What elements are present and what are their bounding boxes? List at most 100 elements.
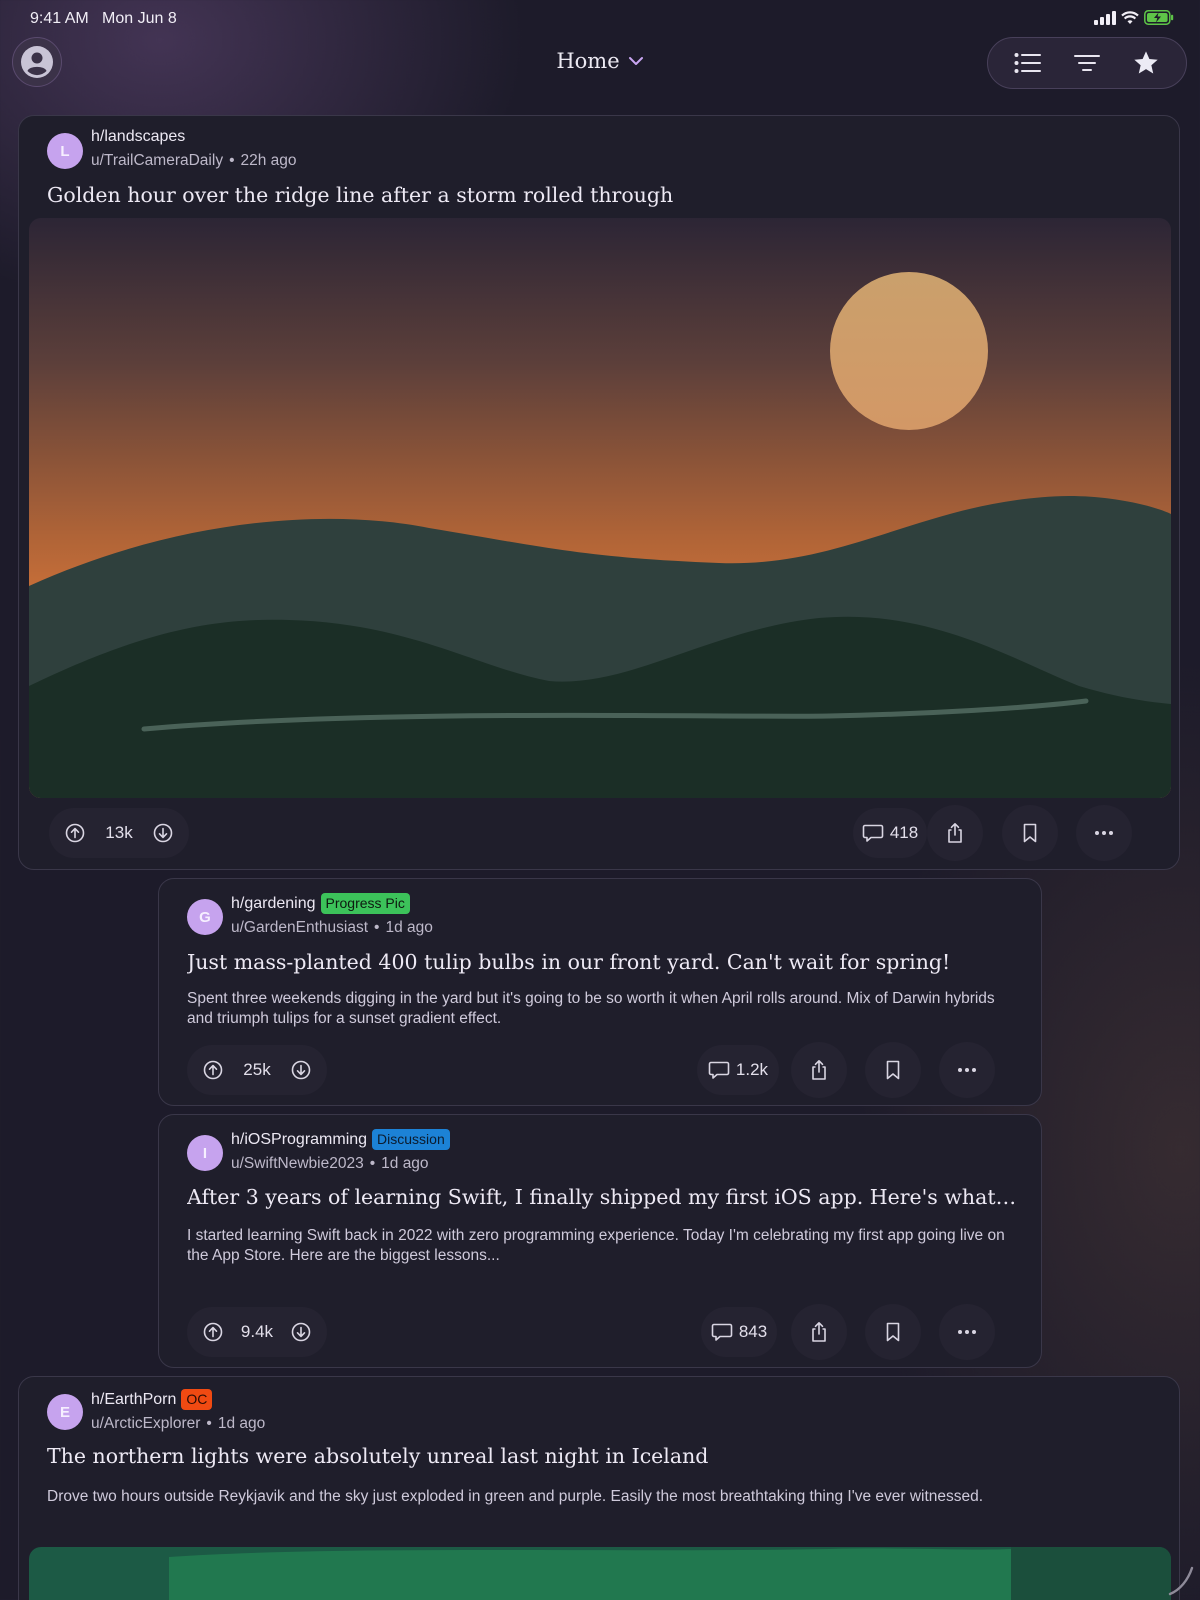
author-link[interactable]: u/ArcticExplorer [91, 1415, 200, 1432]
account-icon [21, 46, 53, 78]
favorites-button[interactable] [1124, 41, 1168, 85]
downvote-icon [291, 1060, 311, 1080]
community-label: h/gardening [231, 894, 316, 912]
feed-selector[interactable]: Home [556, 49, 643, 73]
profile-button[interactable] [12, 37, 62, 87]
post-image[interactable] [29, 1547, 1171, 1600]
share-icon [812, 1322, 826, 1342]
list-view-button[interactable] [1006, 41, 1050, 85]
community-name[interactable]: h/landscapes [91, 128, 185, 146]
vote-control: 25k [187, 1045, 327, 1095]
share-icon [812, 1060, 826, 1080]
post-meta: u/SwiftNewbie2023 • 1d ago [231, 1155, 429, 1172]
wifi-icon [1121, 10, 1139, 24]
aurora-image [29, 1547, 1171, 1600]
share-icon [948, 823, 962, 843]
post-title[interactable]: Just mass-planted 400 tulip bulbs in our… [187, 950, 1017, 974]
feed-title-label: Home [556, 49, 620, 73]
comments-button[interactable]: 1.2k [697, 1045, 779, 1095]
list-icon [1014, 53, 1041, 73]
comment-count: 843 [738, 1322, 768, 1341]
community-avatar[interactable]: G [187, 899, 223, 935]
post-card[interactable]: L h/landscapes u/TrailCameraDaily • 22h ag… [18, 115, 1180, 870]
community-name[interactable]: h/iOSProgramming Discussion [231, 1129, 450, 1150]
bookmark-button[interactable] [865, 1304, 921, 1360]
bookmark-icon [1023, 823, 1037, 843]
downvote-button[interactable] [291, 1322, 311, 1342]
post-time: 1d ago [381, 1155, 429, 1172]
downvote-button[interactable] [291, 1060, 311, 1080]
post-body: Spent three weekends digging in the yard… [187, 990, 995, 1027]
bookmark-button[interactable] [1002, 805, 1058, 861]
bookmark-button[interactable] [865, 1042, 921, 1098]
community-name[interactable]: h/gardening Progress Pic [231, 893, 410, 914]
post-time: 1d ago [385, 919, 433, 936]
community-name[interactable]: h/EarthPorn OC [91, 1389, 213, 1410]
community-avatar[interactable]: L [47, 133, 83, 169]
community-avatar[interactable]: E [47, 1394, 83, 1430]
author-link[interactable]: u/GardenEnthusiast [231, 919, 368, 936]
author-link[interactable]: u/SwiftNewbie2023 [231, 1155, 364, 1172]
upvote-icon [203, 1060, 223, 1080]
post-card[interactable]: I h/iOSProgramming Discussion u/SwiftNew… [158, 1114, 1042, 1368]
vote-count: 25k [243, 1060, 271, 1079]
upvote-button[interactable] [203, 1322, 223, 1342]
comments-button[interactable]: 418 [853, 808, 927, 858]
post-card[interactable]: G h/gardening Progress Pic u/GardenEnthu… [158, 878, 1042, 1106]
vote-control: 13k [49, 808, 189, 858]
upvote-button[interactable] [203, 1060, 223, 1080]
scroll-indicator-icon [1168, 1566, 1194, 1596]
vote-count: 13k [105, 823, 133, 842]
comments-button[interactable]: 843 [701, 1307, 777, 1357]
upvote-icon [65, 823, 85, 843]
downvote-icon [153, 823, 173, 843]
sort-button[interactable] [1065, 41, 1109, 85]
post-title[interactable]: After 3 years of learning Swift, I final… [187, 1185, 1017, 1209]
share-button[interactable] [791, 1304, 847, 1360]
post-title[interactable]: The northern lights were absolutely unre… [47, 1444, 1157, 1468]
flair-badge: Progress Pic [320, 893, 410, 914]
bookmark-icon [886, 1322, 900, 1342]
vote-count: 9.4k [240, 1322, 274, 1341]
downvote-button[interactable] [153, 823, 173, 843]
comment-icon [711, 1323, 733, 1341]
downvote-icon [291, 1322, 311, 1342]
post-body: I started learning Swift back in 2022 wi… [187, 1227, 1005, 1264]
more-options-button[interactable] [939, 1304, 995, 1360]
bookmark-icon [886, 1060, 900, 1080]
status-date: Mon Jun 8 [102, 10, 177, 27]
post-body: Drove two hours outside Reykjavik and th… [47, 1488, 984, 1505]
community-label: h/EarthPorn [91, 1390, 177, 1408]
sunset-landscape-image [29, 218, 1171, 798]
share-button[interactable] [927, 805, 983, 861]
upvote-icon [203, 1322, 223, 1342]
signal-icon [1094, 10, 1116, 25]
post-image[interactable] [29, 218, 1171, 798]
post-title[interactable]: Golden hour over the ridge line after a … [47, 183, 1157, 207]
community-label: h/iOSProgramming [231, 1130, 368, 1148]
status-time: 9:41 AM [30, 10, 89, 27]
nav-action-group [987, 37, 1187, 89]
author-link[interactable]: u/TrailCameraDaily [91, 152, 223, 169]
more-icon [958, 1068, 976, 1072]
post-meta: u/GardenEnthusiast • 1d ago [231, 919, 433, 936]
comment-icon [708, 1061, 730, 1079]
comment-count: 1.2k [735, 1060, 769, 1079]
share-button[interactable] [791, 1042, 847, 1098]
post-time: 22h ago [240, 152, 297, 169]
more-icon [1095, 831, 1113, 835]
flair-badge: Discussion [372, 1129, 450, 1150]
post-card[interactable]: E h/EarthPorn OC u/ArcticExplorer • 1d ago… [18, 1376, 1180, 1600]
upvote-button[interactable] [65, 823, 85, 843]
battery-icon [1144, 10, 1174, 25]
more-options-button[interactable] [1076, 805, 1132, 861]
more-options-button[interactable] [939, 1042, 995, 1098]
status-bar: 9:41 AM Mon Jun 8 [0, 0, 1200, 36]
status-icons [1094, 10, 1174, 25]
post-meta: u/ArcticExplorer • 1d ago [91, 1415, 266, 1432]
community-avatar[interactable]: I [187, 1135, 223, 1171]
vote-control: 9.4k [187, 1307, 327, 1357]
chevron-down-icon [628, 57, 643, 65]
flair-badge: OC [181, 1389, 213, 1410]
more-icon [958, 1330, 976, 1334]
